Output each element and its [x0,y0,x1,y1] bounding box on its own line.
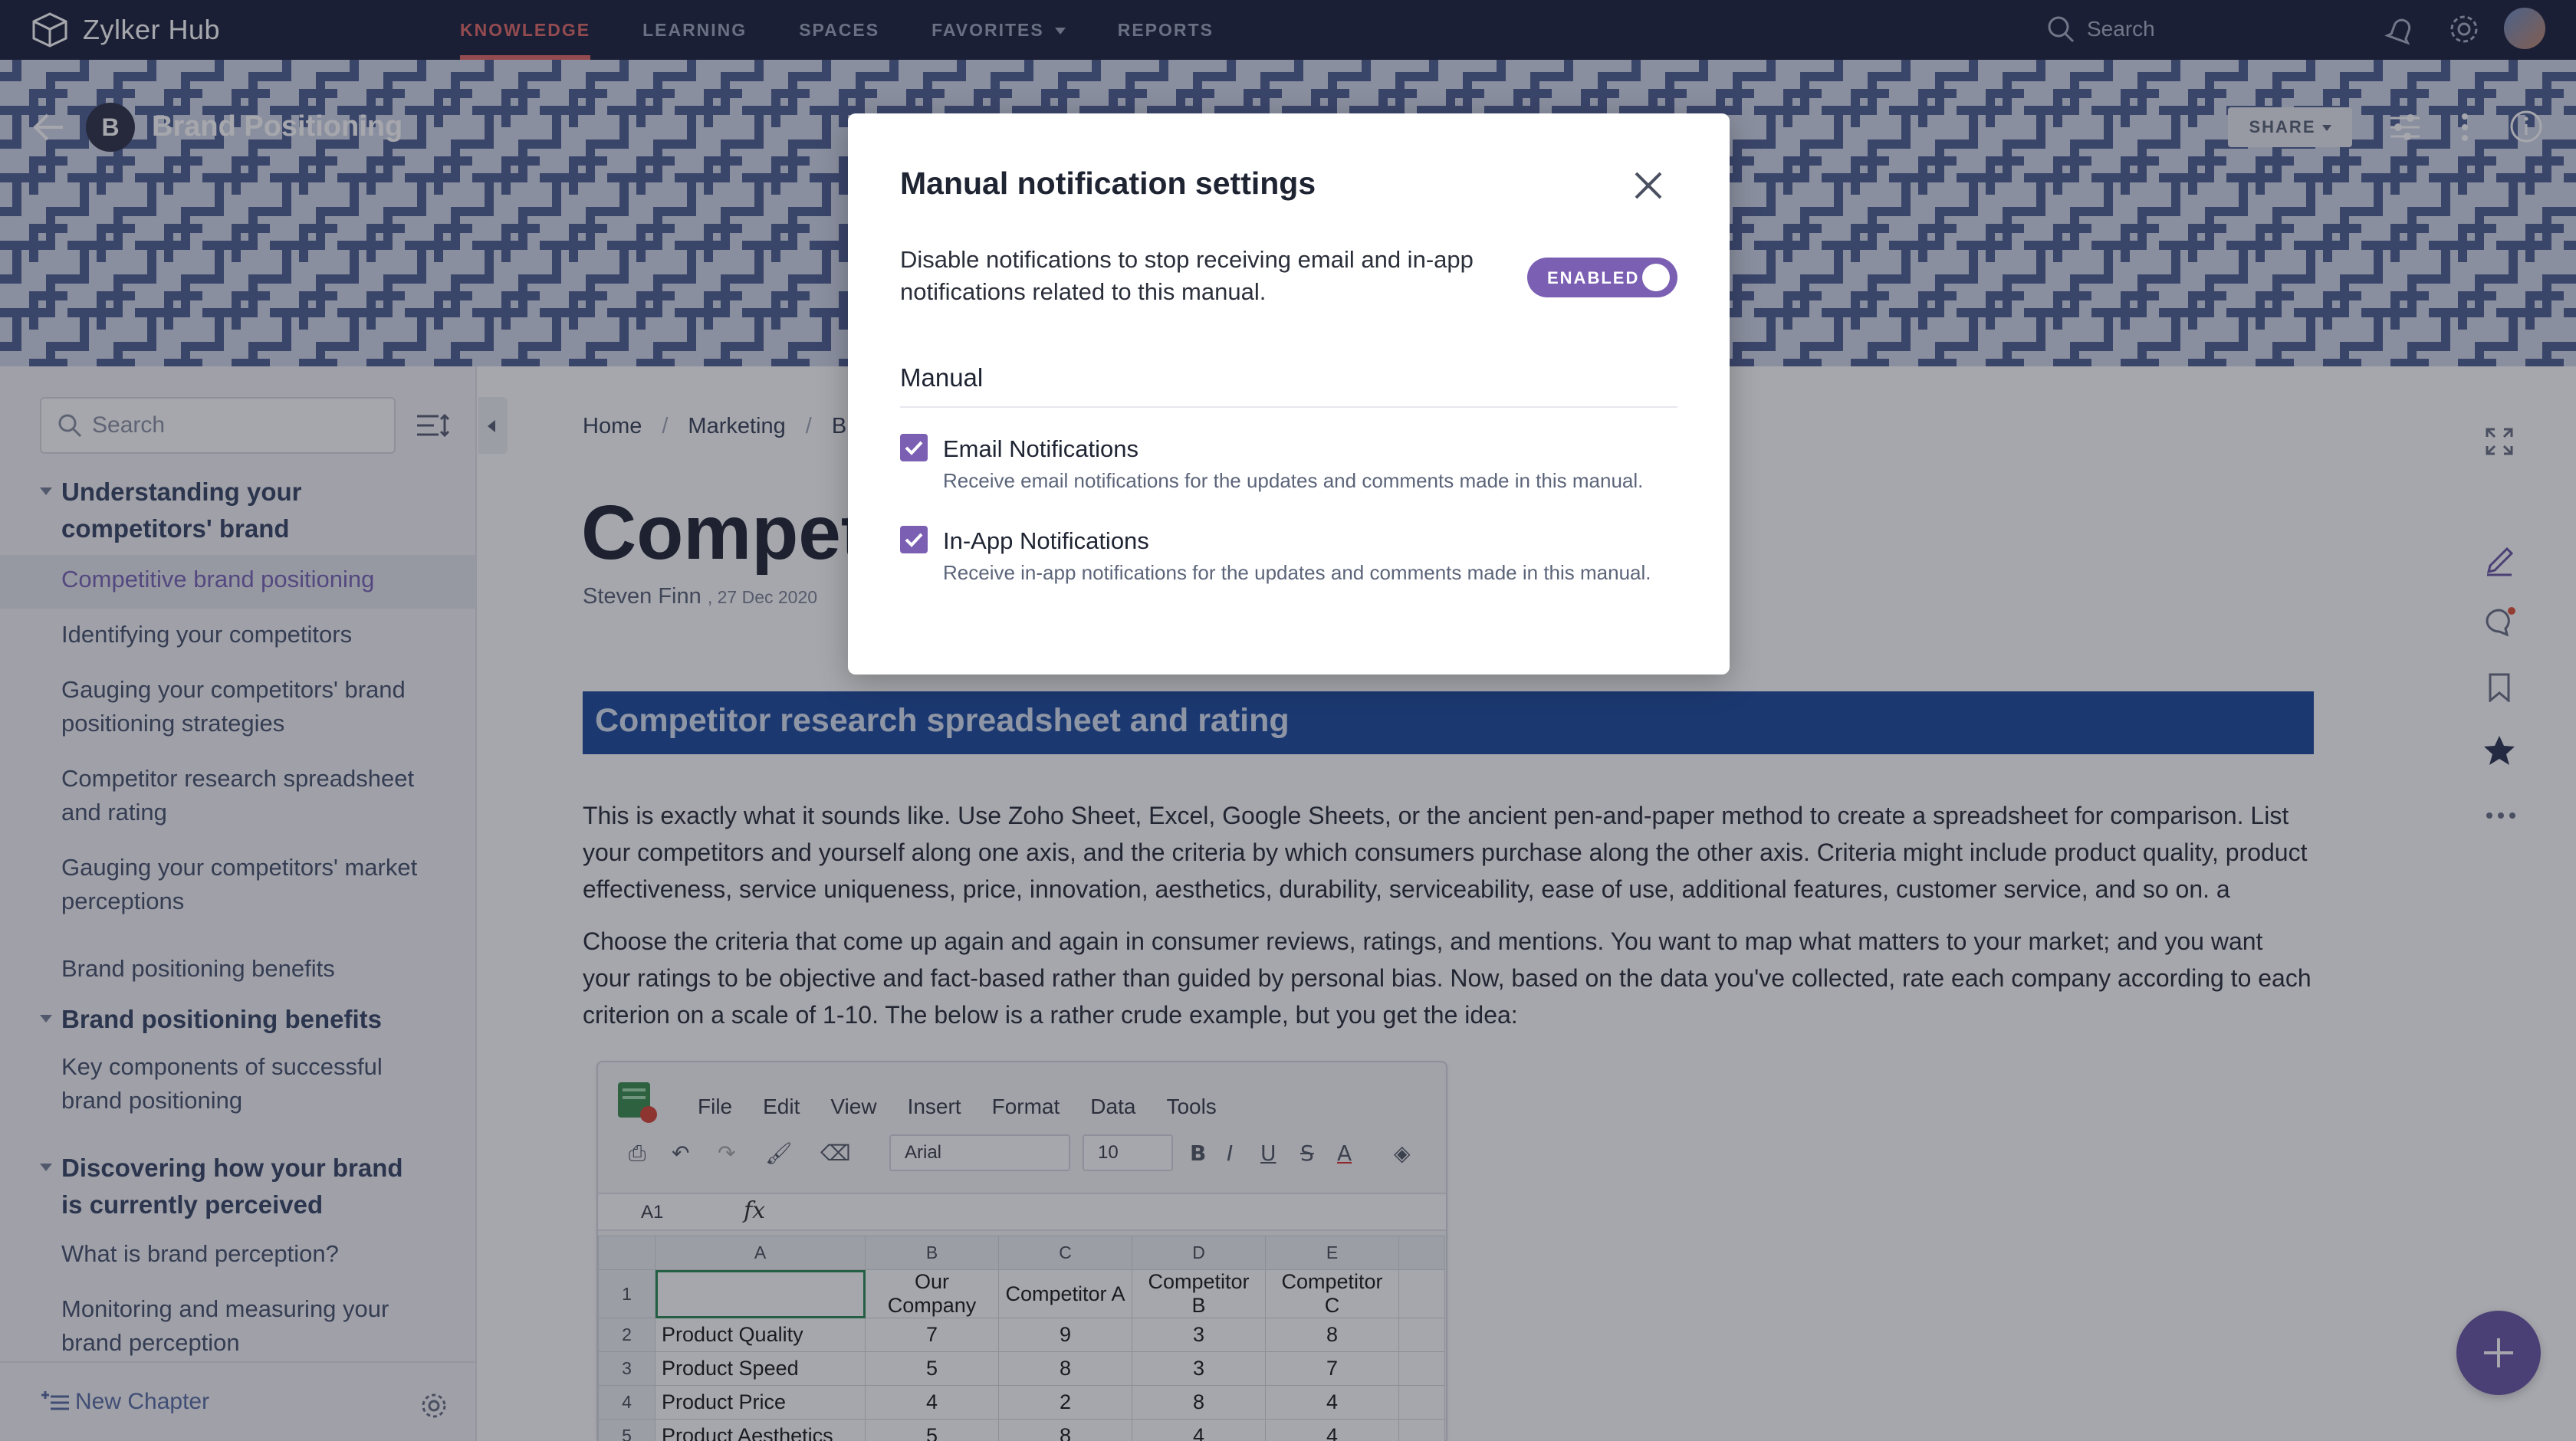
inapp-notifications-checkbox[interactable] [900,526,928,553]
notifications-toggle[interactable]: ENABLED [1527,258,1677,297]
email-notifications-checkbox[interactable] [900,434,928,461]
option-subtitle: Receive in-app notifications for the upd… [943,561,1651,584]
option-title[interactable]: Email Notifications [943,435,1138,463]
close-icon[interactable] [1630,167,1667,204]
option-subtitle: Receive email notifications for the upda… [943,469,1644,492]
notification-settings-modal: Manual notification settings Disable not… [848,113,1730,675]
option-title[interactable]: In-App Notifications [943,527,1149,555]
section-label: Manual [900,363,984,392]
checkmark-icon [905,533,923,547]
checkmark-icon [905,441,923,455]
section-divider [900,406,1677,408]
toggle-knob [1642,264,1670,291]
modal-description: Disable notifications to stop receiving … [900,246,1474,305]
toggle-label: ENABLED [1547,268,1640,287]
modal-title: Manual notification settings [900,166,1316,201]
